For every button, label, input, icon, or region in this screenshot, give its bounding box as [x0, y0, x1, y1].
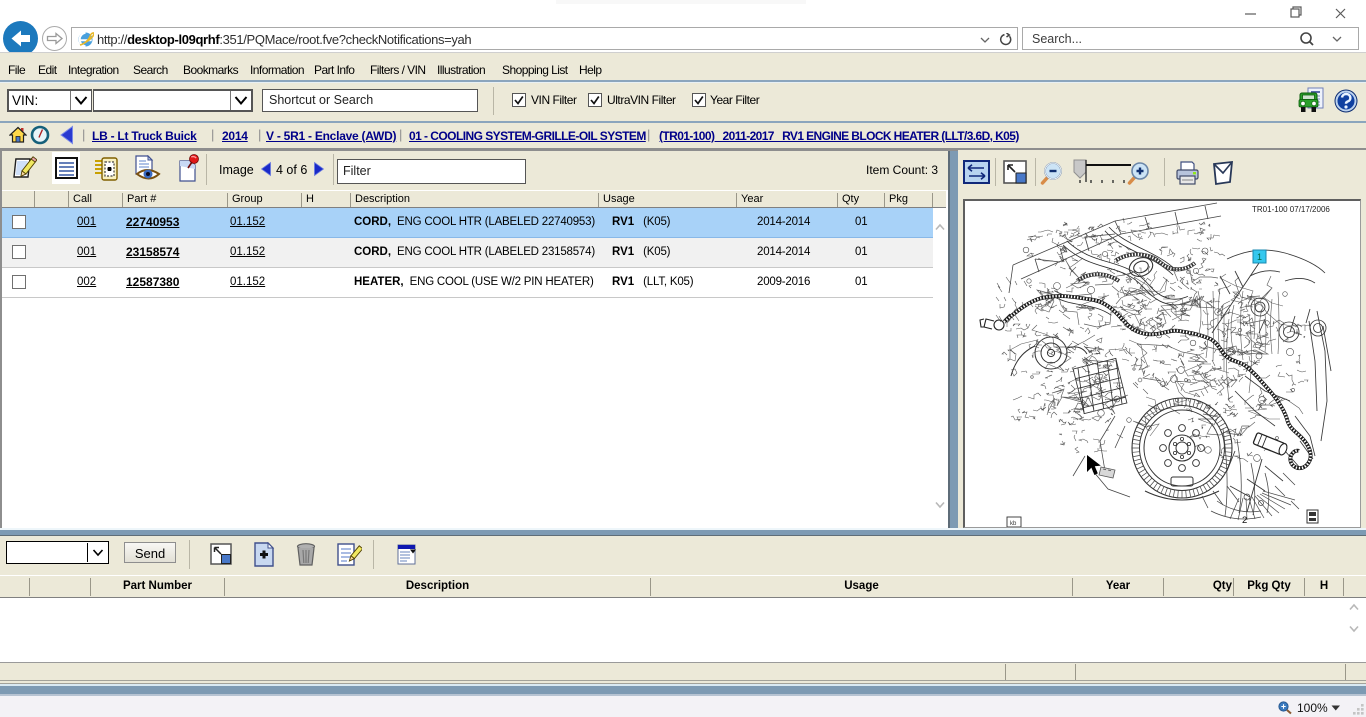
svg-text:TR01-100 07/17/2006: TR01-100 07/17/2006	[1252, 205, 1330, 214]
svg-text:2: 2	[1242, 515, 1247, 526]
svg-text:kb: kb	[1010, 521, 1017, 527]
svg-text:1: 1	[1257, 252, 1262, 262]
